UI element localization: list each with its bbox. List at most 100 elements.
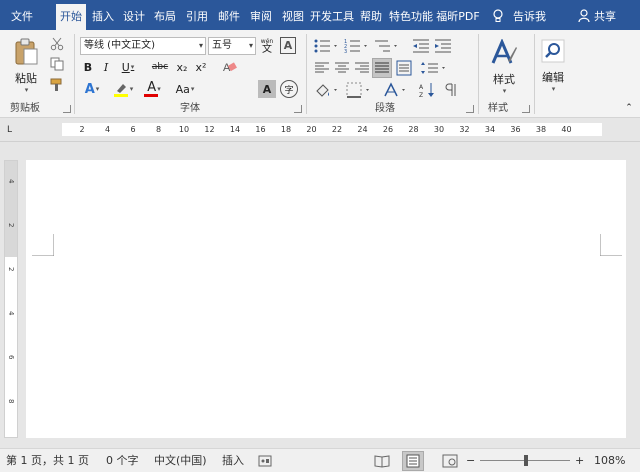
cut-icon[interactable] <box>50 37 64 51</box>
zoom-slider[interactable] <box>480 455 570 466</box>
multilevel-list-icon[interactable] <box>374 38 400 54</box>
font-group-label: 字体 <box>180 103 200 114</box>
copy-icon[interactable] <box>50 57 64 71</box>
vertical-ruler-tick-label: 2 <box>7 223 15 228</box>
ruler-tick-label: 2 <box>79 125 85 134</box>
clipboard-launcher-icon[interactable] <box>63 105 71 113</box>
strikethrough-button[interactable]: abc <box>150 58 170 76</box>
person-icon <box>578 9 590 23</box>
vertical-ruler-tick-label: 4 <box>7 311 15 316</box>
tab-file[interactable]: 文件 <box>4 4 40 30</box>
tab-special-features[interactable]: 特色功能 <box>388 4 434 30</box>
page-count[interactable]: 第 1 页，共 1 页 <box>6 449 89 472</box>
increase-indent-icon[interactable] <box>434 38 452 54</box>
tab-review[interactable]: 审阅 <box>246 4 276 30</box>
bullets-icon[interactable] <box>314 38 340 54</box>
ribbon-tab-bar: 文件 开始 插入 设计 布局 引用 邮件 审阅 视图 开发工具 帮助 特色功能 … <box>0 0 640 30</box>
show-marks-icon[interactable] <box>444 82 460 98</box>
styles-launcher-icon[interactable] <box>522 105 530 113</box>
font-size-value: 五号 <box>212 40 232 51</box>
subscript-button[interactable]: x₂ <box>174 58 190 76</box>
vertical-ruler: 4 2 2 4 6 8 <box>4 160 18 438</box>
ruler-tick-label: 4 <box>104 125 111 134</box>
collapse-ribbon-icon[interactable]: ⌃ <box>622 102 636 114</box>
shading-icon[interactable] <box>314 82 342 98</box>
align-center-icon[interactable] <box>334 60 350 76</box>
chinese-layout-icon[interactable] <box>384 82 412 98</box>
paste-button[interactable]: 粘贴 ▾ <box>10 36 42 96</box>
bold-button[interactable]: B <box>80 58 96 76</box>
highlight-color-button[interactable]: ▾ <box>110 80 136 98</box>
align-right-icon[interactable] <box>354 60 370 76</box>
word-count[interactable]: 0 个字 <box>106 449 139 472</box>
share-button[interactable]: 共享 <box>594 4 616 30</box>
svg-text:A: A <box>419 84 424 91</box>
chevron-down-icon: ▾ <box>248 41 253 50</box>
character-shading-button[interactable]: A <box>258 80 276 98</box>
status-bar: 第 1 页，共 1 页 0 个字 中文(中国) 插入 − + 108% <box>0 448 640 472</box>
borders-icon[interactable] <box>346 82 374 98</box>
editing-button[interactable]: 编辑 ▾ <box>538 36 568 96</box>
ruler-tick-label: 36 <box>510 125 521 134</box>
zoom-out-button[interactable]: − <box>466 449 475 472</box>
ruler-tick-label: 34 <box>484 125 496 134</box>
highlight-swatch <box>113 94 128 97</box>
change-case-button[interactable]: Aa ▾ <box>172 80 198 98</box>
web-layout-icon[interactable] <box>442 454 458 468</box>
text-effects-button[interactable]: A ▾ <box>80 80 104 98</box>
sort-icon[interactable]: AZ <box>418 82 442 98</box>
distributed-icon[interactable] <box>396 60 412 76</box>
font-name-combo[interactable]: 等线 (中文正文) ▾ <box>80 37 206 55</box>
superscript-button[interactable]: x² <box>193 58 209 76</box>
language-status[interactable]: 中文(中国) <box>154 449 207 472</box>
numbering-icon[interactable]: 1 2 3 <box>344 38 370 54</box>
justify-button[interactable] <box>372 58 392 78</box>
italic-button[interactable]: I <box>98 58 114 76</box>
ruler-tick-label: 8 <box>155 125 162 134</box>
tab-mailings[interactable]: 邮件 <box>214 4 244 30</box>
zoom-in-button[interactable]: + <box>575 449 584 472</box>
font-color-button[interactable]: A ▾ <box>142 80 166 98</box>
editing-label: 编辑 <box>542 71 564 84</box>
character-border-button[interactable]: A <box>280 37 296 54</box>
tab-insert[interactable]: 插入 <box>88 4 118 30</box>
format-painter-icon[interactable] <box>50 78 64 92</box>
tab-developer[interactable]: 开发工具 <box>310 4 354 30</box>
tab-references[interactable]: 引用 <box>182 4 212 30</box>
zoom-level[interactable]: 108% <box>594 449 625 472</box>
tab-help[interactable]: 帮助 <box>356 4 386 30</box>
decrease-indent-icon[interactable] <box>412 38 430 54</box>
tab-home[interactable]: 开始 <box>56 4 86 30</box>
font-launcher-icon[interactable] <box>294 105 302 113</box>
ruler-tick-label: 24 <box>357 125 368 134</box>
insert-mode[interactable]: 插入 <box>222 449 244 472</box>
print-layout-icon <box>406 454 420 468</box>
font-color-letter: A <box>147 79 157 95</box>
clear-formatting-icon[interactable]: A <box>222 60 238 74</box>
font-size-combo[interactable]: 五号 ▾ <box>208 37 256 55</box>
underline-button[interactable]: U ▾ <box>116 58 140 76</box>
tab-layout[interactable]: 布局 <box>150 4 180 30</box>
highlighter-icon <box>113 84 128 97</box>
ribbon: 粘贴 ▾ 剪贴板 等线 (中文正文) ▾ 五号 ▾ wén 文 A B I U ▾… <box>0 30 640 118</box>
tab-foxit-pdf[interactable]: 福昕PDF <box>436 4 480 30</box>
paragraph-group-label: 段落 <box>375 103 395 114</box>
zoom-slider-thumb[interactable] <box>523 455 528 466</box>
chevron-down-icon: ▾ <box>502 87 507 95</box>
paragraph-launcher-icon[interactable] <box>466 105 474 113</box>
document-page[interactable] <box>26 160 626 438</box>
line-spacing-icon[interactable] <box>420 60 448 76</box>
enclose-characters-button[interactable]: 字 <box>280 80 298 98</box>
macro-record-icon[interactable] <box>258 455 272 467</box>
tab-design[interactable]: 设计 <box>120 4 148 30</box>
tab-selector[interactable]: L <box>7 125 17 135</box>
tab-view[interactable]: 视图 <box>278 4 308 30</box>
read-mode-icon[interactable] <box>374 454 390 468</box>
tell-me-search[interactable]: 告诉我 <box>513 4 546 30</box>
clipboard-icon <box>15 38 38 65</box>
print-layout-button[interactable] <box>402 451 424 471</box>
align-left-icon[interactable] <box>314 60 330 76</box>
chevron-down-icon: ▾ <box>157 85 161 93</box>
phonetic-guide-button[interactable]: wén 文 <box>258 36 276 56</box>
styles-button[interactable]: 样式 ▾ <box>484 36 524 98</box>
